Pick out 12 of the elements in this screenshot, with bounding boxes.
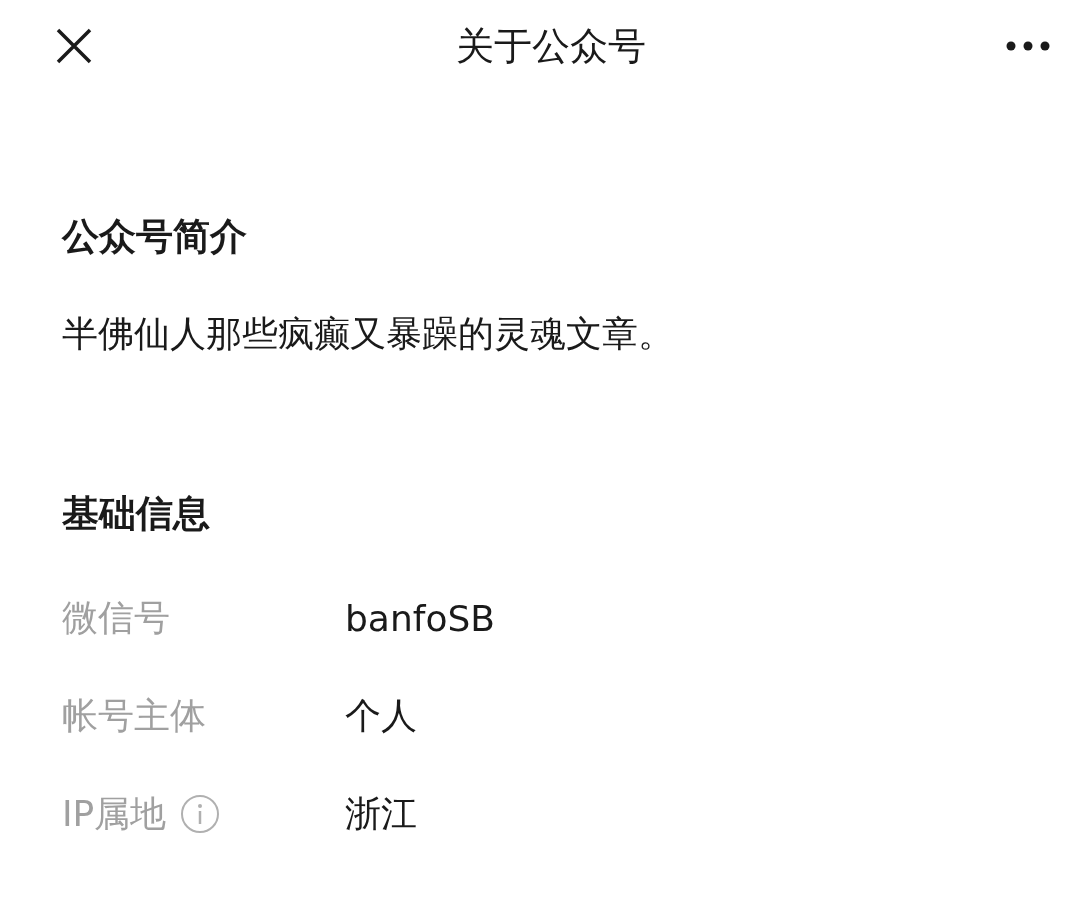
info-label: IP属地 [62,791,167,836]
info-label: 帐号主体 [62,693,206,738]
section-heading: 公众号简介 [62,214,248,260]
close-icon [56,28,92,64]
info-value: 个人 [345,693,417,738]
page-title: 关于公众号 [456,22,646,70]
info-label: 微信号 [62,595,170,640]
more-icon [1006,41,1050,51]
description-text: 半佛仙人那些疯癫又暴躁的灵魂文章。 [62,312,675,356]
info-value: banfoSB [345,597,495,639]
info-value: 浙江 [345,791,417,836]
section-heading: 基础信息 [62,491,211,537]
